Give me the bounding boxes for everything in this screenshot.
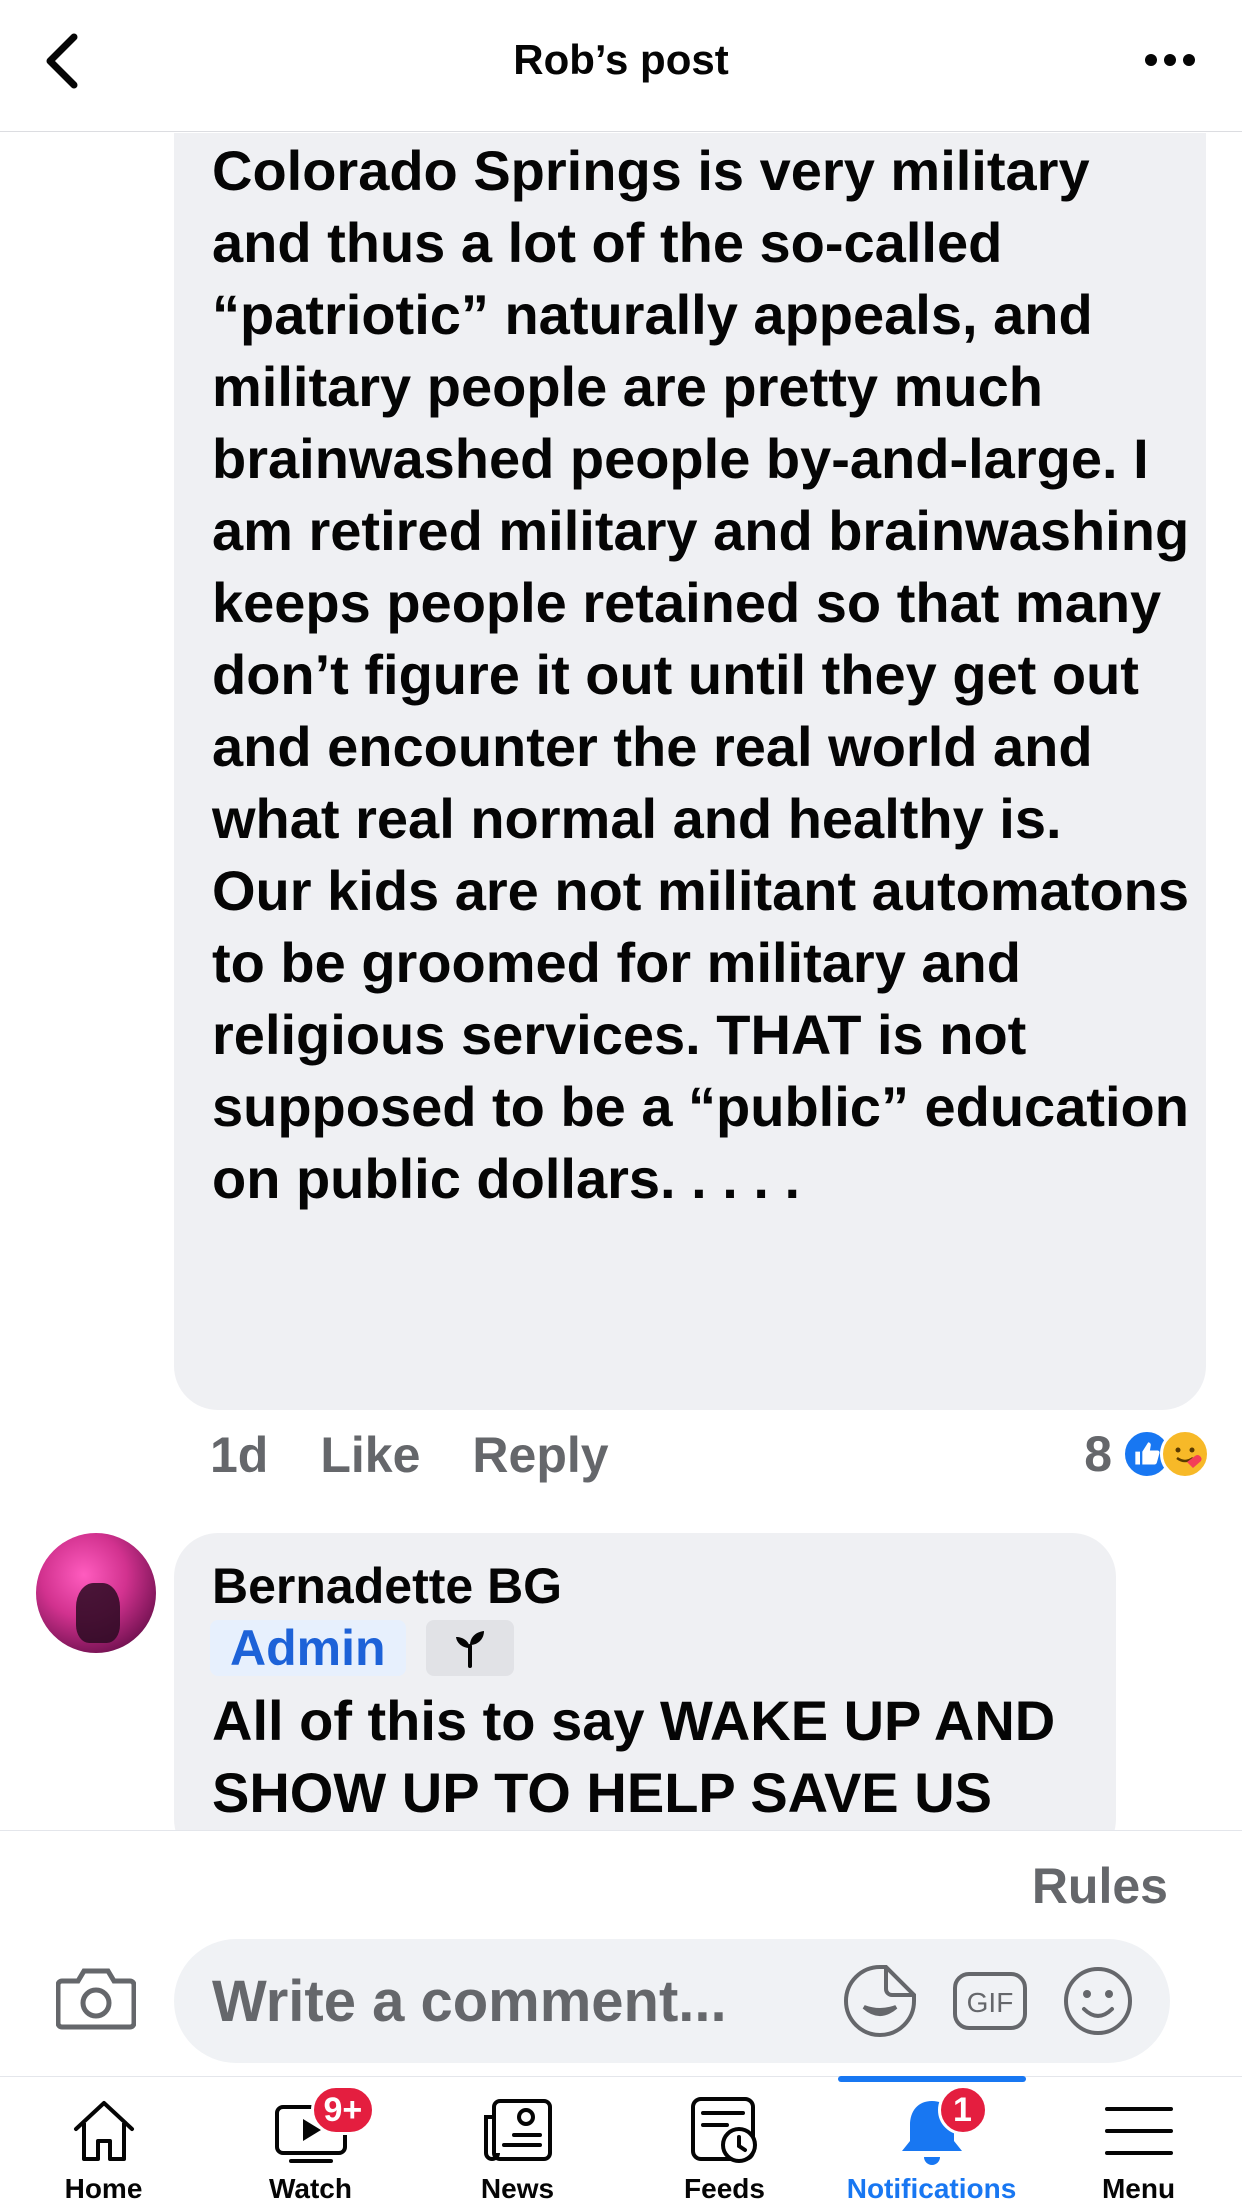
emoji-icon[interactable] (1060, 1963, 1136, 2039)
tab-label: Notifications (846, 2173, 1017, 2204)
sprout-icon[interactable] (426, 1620, 514, 1676)
tab-feeds[interactable]: Feeds (621, 2077, 828, 2208)
feeds-icon (685, 2091, 765, 2171)
comment-input-placeholder: Write a comment... (212, 1968, 727, 2034)
tab-label: Feeds (684, 2173, 765, 2204)
rules-link[interactable]: Rules (1032, 1857, 1168, 1915)
comment-author[interactable]: Bernadette BG (212, 1557, 562, 1615)
comment-composer: Rules Write a comment... GIF (0, 1830, 1242, 2075)
tab-menu[interactable]: Menu (1035, 2077, 1242, 2208)
avatar[interactable] (36, 1533, 156, 1653)
watch-badge: 9+ (310, 2085, 376, 2135)
page-title: Rob’s post (513, 36, 729, 83)
post-header: Rob’s post (0, 0, 1242, 132)
tab-label: Watch (269, 2173, 352, 2204)
sticker-icon[interactable] (842, 1963, 918, 2039)
comments-list[interactable]: Colorado Springs is very military and th… (0, 133, 1242, 1830)
care-reaction-icon (1160, 1429, 1210, 1479)
comment-actions: 1d Like Reply 8 (210, 1425, 1210, 1485)
comment-bubble: Bernadette BG Admin All of this to say W… (174, 1533, 1116, 1830)
comment-timestamp[interactable]: 1d (210, 1426, 268, 1484)
admin-badge[interactable]: Admin (210, 1620, 406, 1676)
comment-text: All of this to say WAKE UP AND SHOW UP T… (212, 1689, 1056, 1824)
home-icon (64, 2091, 144, 2171)
tab-watch[interactable]: 9+ Watch (207, 2077, 414, 2208)
tab-home[interactable]: Home (0, 2077, 207, 2208)
like-button[interactable]: Like (320, 1426, 420, 1484)
reaction-count: 8 (1084, 1426, 1112, 1482)
watch-icon: 9+ (271, 2085, 376, 2171)
more-options-button[interactable] (1140, 40, 1200, 80)
news-icon (478, 2091, 558, 2171)
bottom-tab-bar: Home 9+ Watch News Feeds 1 Notifications… (0, 2076, 1242, 2208)
reaction-summary[interactable]: 8 (1084, 1425, 1210, 1483)
bell-icon: 1 (892, 2085, 988, 2171)
menu-icon (1099, 2091, 1179, 2171)
tab-news[interactable]: News (414, 2077, 621, 2208)
comment-input[interactable]: Write a comment... GIF (174, 1939, 1170, 2063)
tab-label: News (480, 2173, 555, 2204)
comment-text-paragraph: Our kids are not militant automatons to … (212, 859, 1190, 1210)
svg-text:GIF: GIF (967, 1987, 1014, 2018)
comment-bubble: Colorado Springs is very military and th… (174, 133, 1206, 1410)
reply-button[interactable]: Reply (472, 1426, 608, 1484)
tab-notifications[interactable]: 1 Notifications (828, 2077, 1035, 2208)
tab-label: Home (64, 2173, 143, 2204)
camera-icon[interactable] (55, 1965, 137, 2035)
comment-text-paragraph: Colorado Springs is very military and th… (212, 139, 1190, 850)
tab-label: Menu (1101, 2173, 1176, 2204)
more-horizontal-icon (1145, 54, 1195, 66)
gif-icon[interactable]: GIF (952, 1963, 1028, 2039)
notifications-badge: 1 (937, 2085, 988, 2135)
